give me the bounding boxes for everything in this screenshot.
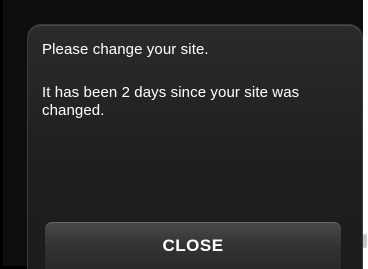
alert-dialog: Please change your site. It has been 2 d… <box>27 24 363 269</box>
dialog-message-body: It has been 2 days since your site was c… <box>42 84 300 119</box>
dialog-message-title: Please change your site. <box>42 41 209 58</box>
close-button[interactable]: CLOSE <box>44 221 342 269</box>
scroll-indicator <box>363 234 367 248</box>
close-button-label: CLOSE <box>162 235 224 255</box>
right-edge <box>363 0 368 269</box>
